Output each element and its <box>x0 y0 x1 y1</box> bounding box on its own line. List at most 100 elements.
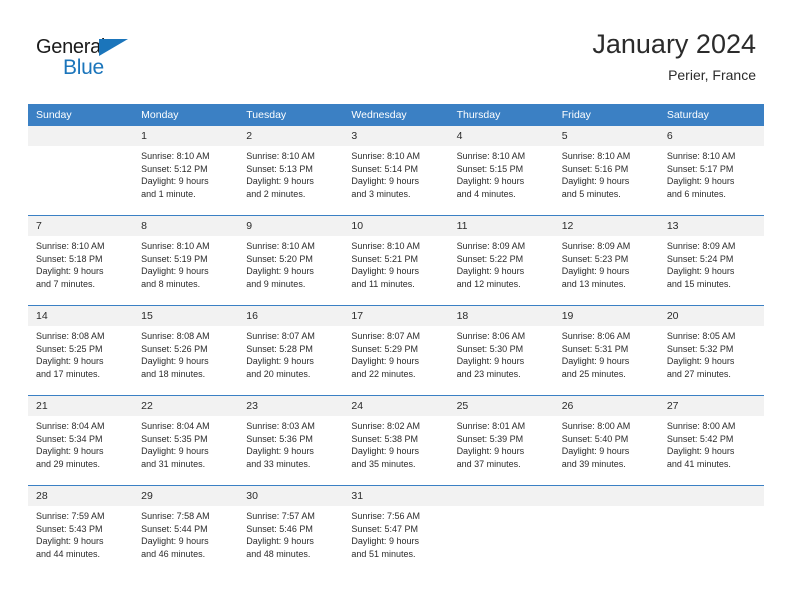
calendar-day-cell[interactable]: 17 Sunrise: 8:07 AM Sunset: 5:29 PM Dayligh… <box>343 305 449 396</box>
day-cell-inner: 19 Sunrise: 8:06 AM Sunset: 5:31 PM Dayligh… <box>553 306 659 395</box>
detail-line-sunset: Sunset: 5:24 PM <box>666 253 734 264</box>
day-number: 28 <box>28 486 134 506</box>
calendar-day-cell[interactable]: 13 Sunrise: 8:09 AM Sunset: 5:24 PM Dayligh… <box>658 215 764 306</box>
calendar-day-cell[interactable]: 7 Sunrise: 8:10 AM Sunset: 5:18 PM Daylight… <box>28 215 134 306</box>
detail-line-sunset: Sunset: 5:43 PM <box>36 523 103 534</box>
day-details: Sunrise: 8:00 AM Sunset: 5:40 PM Daylight:… <box>554 416 659 470</box>
detail-line-sunset: Sunset: 5:23 PM <box>561 253 629 264</box>
day-cell-inner: 15 Sunrise: 8:08 AM Sunset: 5:26 PM Dayligh… <box>133 306 239 395</box>
detail-line-sunset: Sunset: 5:40 PM <box>561 433 629 444</box>
detail-line-daylight2: and 1 minute. <box>141 188 196 199</box>
calendar-day-cell[interactable]: 31 Sunrise: 7:56 AM Sunset: 5:47 PM Dayligh… <box>343 485 449 575</box>
detail-line-sunrise: Sunrise: 8:08 AM <box>36 331 105 341</box>
calendar-day-cell[interactable]: 11 Sunrise: 8:09 AM Sunset: 5:22 PM Dayligh… <box>448 215 554 306</box>
day-details: Sunrise: 8:06 AM Sunset: 5:31 PM Daylight:… <box>554 326 659 380</box>
detail-line-sunset: Sunset: 5:34 PM <box>36 433 103 444</box>
day-details: Sunrise: 7:59 AM Sunset: 5:43 PM Daylight:… <box>28 506 133 560</box>
detail-line-sunrise: Sunrise: 8:10 AM <box>246 151 315 161</box>
day-number: 5 <box>553 126 659 146</box>
day-number: 16 <box>238 306 344 326</box>
day-cell-inner: 23 Sunrise: 8:03 AM Sunset: 5:36 PM Dayligh… <box>238 396 344 485</box>
calendar-day-cell[interactable]: 14 Sunrise: 8:08 AM Sunset: 5:25 PM Dayligh… <box>28 305 134 396</box>
calendar-day-cell[interactable]: 6 Sunrise: 8:10 AM Sunset: 5:17 PM Daylight… <box>658 126 764 216</box>
day-number: 15 <box>133 306 239 326</box>
detail-line-daylight1: Daylight: 9 hours <box>351 266 419 277</box>
calendar-day-cell[interactable]: 16 Sunrise: 8:07 AM Sunset: 5:28 PM Dayligh… <box>238 305 344 396</box>
calendar-day-cell[interactable]: 21 Sunrise: 8:04 AM Sunset: 5:34 PM Dayligh… <box>28 395 134 486</box>
calendar-day-cell[interactable]: 29 Sunrise: 7:58 AM Sunset: 5:44 PM Dayligh… <box>133 485 239 575</box>
detail-line-daylight2: and 35 minutes. <box>351 458 416 469</box>
calendar-day-cell[interactable]: 19 Sunrise: 8:06 AM Sunset: 5:31 PM Dayligh… <box>553 305 659 396</box>
general-blue-logo[interactable]: General Blue <box>36 36 156 84</box>
detail-line-sunset: Sunset: 5:18 PM <box>36 253 103 264</box>
calendar-day-cell[interactable]: 23 Sunrise: 8:03 AM Sunset: 5:36 PM Dayligh… <box>238 395 344 486</box>
calendar-day-cell[interactable]: 22 Sunrise: 8:04 AM Sunset: 5:35 PM Dayligh… <box>133 395 239 486</box>
calendar-day-cell[interactable]: 25 Sunrise: 8:01 AM Sunset: 5:39 PM Dayligh… <box>448 395 554 486</box>
day-number <box>28 126 134 146</box>
calendar-day-cell[interactable]: 20 Sunrise: 8:05 AM Sunset: 5:32 PM Dayligh… <box>658 305 764 396</box>
calendar-day-cell[interactable]: 4 Sunrise: 8:10 AM Sunset: 5:15 PM Daylight… <box>448 126 554 216</box>
detail-line-sunrise: Sunrise: 8:09 AM <box>456 241 526 251</box>
detail-line-daylight2: and 27 minutes. <box>666 368 731 379</box>
calendar-day-cell[interactable]: 24 Sunrise: 8:02 AM Sunset: 5:38 PM Dayligh… <box>343 395 449 486</box>
calendar-day-cell[interactable]: 15 Sunrise: 8:08 AM Sunset: 5:26 PM Dayligh… <box>133 305 239 396</box>
detail-line-daylight2: and 46 minutes. <box>141 548 206 559</box>
calendar-day-cell[interactable]: 12 Sunrise: 8:09 AM Sunset: 5:23 PM Dayligh… <box>553 215 659 306</box>
detail-line-daylight2: and 2 minutes. <box>246 188 306 199</box>
calendar-day-cell[interactable]: 3 Sunrise: 8:10 AM Sunset: 5:14 PM Daylight… <box>343 126 449 216</box>
day-details: Sunrise: 8:05 AM Sunset: 5:32 PM Daylight:… <box>659 326 764 380</box>
detail-line-sunrise: Sunrise: 8:09 AM <box>561 241 631 251</box>
calendar-day-cell[interactable]: 28 Sunrise: 7:59 AM Sunset: 5:43 PM Dayligh… <box>28 485 134 575</box>
detail-line-sunrise: Sunrise: 8:10 AM <box>246 241 315 251</box>
detail-line-daylight2: and 25 minutes. <box>561 368 626 379</box>
calendar-day-cell[interactable]: 27 Sunrise: 8:00 AM Sunset: 5:42 PM Dayligh… <box>658 395 764 486</box>
detail-line-sunset: Sunset: 5:25 PM <box>36 343 103 354</box>
calendar-day-cell[interactable]: 18 Sunrise: 8:06 AM Sunset: 5:30 PM Dayligh… <box>448 305 554 396</box>
day-details: Sunrise: 8:10 AM Sunset: 5:21 PM Daylight:… <box>343 236 448 290</box>
detail-line-daylight2: and 13 minutes. <box>561 278 626 289</box>
detail-line-sunset: Sunset: 5:21 PM <box>351 253 418 264</box>
title-block: January 2024 Perier, France <box>592 28 756 84</box>
detail-line-daylight1: Daylight: 9 hours <box>351 356 419 367</box>
calendar-day-cell[interactable]: 10 Sunrise: 8:10 AM Sunset: 5:21 PM Dayligh… <box>343 215 449 306</box>
calendar-day-cell[interactable]: 26 Sunrise: 8:00 AM Sunset: 5:40 PM Dayligh… <box>553 395 659 486</box>
weekday-header-thursday: Thursday <box>448 104 554 126</box>
detail-line-sunrise: Sunrise: 8:08 AM <box>141 331 210 341</box>
detail-line-sunset: Sunset: 5:29 PM <box>351 343 418 354</box>
day-number: 1 <box>133 126 239 146</box>
day-cell-inner: 14 Sunrise: 8:08 AM Sunset: 5:25 PM Dayligh… <box>28 306 134 395</box>
calendar-day-cell[interactable]: 9 Sunrise: 8:10 AM Sunset: 5:20 PM Daylight… <box>238 215 344 306</box>
detail-line-daylight1: Daylight: 9 hours <box>561 266 630 277</box>
day-cell-inner: 7 Sunrise: 8:10 AM Sunset: 5:18 PM Daylight… <box>28 216 134 305</box>
day-cell-inner: 6 Sunrise: 8:10 AM Sunset: 5:17 PM Daylight… <box>658 126 764 215</box>
day-number: 9 <box>238 216 344 236</box>
detail-line-sunset: Sunset: 5:14 PM <box>351 163 418 174</box>
day-details: Sunrise: 7:58 AM Sunset: 5:44 PM Daylight:… <box>133 506 238 560</box>
calendar-day-cell[interactable]: 30 Sunrise: 7:57 AM Sunset: 5:46 PM Dayligh… <box>238 485 344 575</box>
day-number: 4 <box>448 126 554 146</box>
day-details: Sunrise: 8:07 AM Sunset: 5:28 PM Daylight:… <box>238 326 343 380</box>
day-cell-inner: 26 Sunrise: 8:00 AM Sunset: 5:40 PM Dayligh… <box>553 396 659 485</box>
day-cell-inner: 16 Sunrise: 8:07 AM Sunset: 5:28 PM Dayligh… <box>238 306 344 395</box>
day-cell-inner: 20 Sunrise: 8:05 AM Sunset: 5:32 PM Dayligh… <box>658 306 764 395</box>
day-number: 13 <box>658 216 764 236</box>
calendar-day-cell[interactable]: 1 Sunrise: 8:10 AM Sunset: 5:12 PM Daylight… <box>133 126 239 216</box>
detail-line-daylight2: and 29 minutes. <box>36 458 101 469</box>
day-details: Sunrise: 8:08 AM Sunset: 5:25 PM Daylight:… <box>28 326 133 380</box>
calendar-week-row: 1 Sunrise: 8:10 AM Sunset: 5:12 PM Daylight… <box>28 126 764 216</box>
detail-line-sunrise: Sunrise: 8:00 AM <box>561 421 631 431</box>
detail-line-daylight1: Daylight: 9 hours <box>561 446 630 457</box>
day-details: Sunrise: 8:06 AM Sunset: 5:30 PM Daylight:… <box>449 326 554 380</box>
detail-line-daylight1: Daylight: 9 hours <box>666 266 735 277</box>
detail-line-sunrise: Sunrise: 8:06 AM <box>456 331 526 341</box>
calendar-day-cell[interactable]: 8 Sunrise: 8:10 AM Sunset: 5:19 PM Daylight… <box>133 215 239 306</box>
day-number: 31 <box>343 486 449 506</box>
calendar-day-cell[interactable]: 5 Sunrise: 8:10 AM Sunset: 5:16 PM Daylight… <box>553 126 659 216</box>
weekday-header-saturday: Saturday <box>658 104 764 126</box>
day-cell-inner: 22 Sunrise: 8:04 AM Sunset: 5:35 PM Dayligh… <box>133 396 239 485</box>
calendar-empty-cell <box>553 485 659 575</box>
day-details: Sunrise: 8:10 AM Sunset: 5:20 PM Daylight:… <box>238 236 343 290</box>
calendar-day-cell[interactable]: 2 Sunrise: 8:10 AM Sunset: 5:13 PM Daylight… <box>238 126 344 216</box>
day-number <box>448 486 554 506</box>
day-cell-inner: 31 Sunrise: 7:56 AM Sunset: 5:47 PM Dayligh… <box>343 486 449 575</box>
